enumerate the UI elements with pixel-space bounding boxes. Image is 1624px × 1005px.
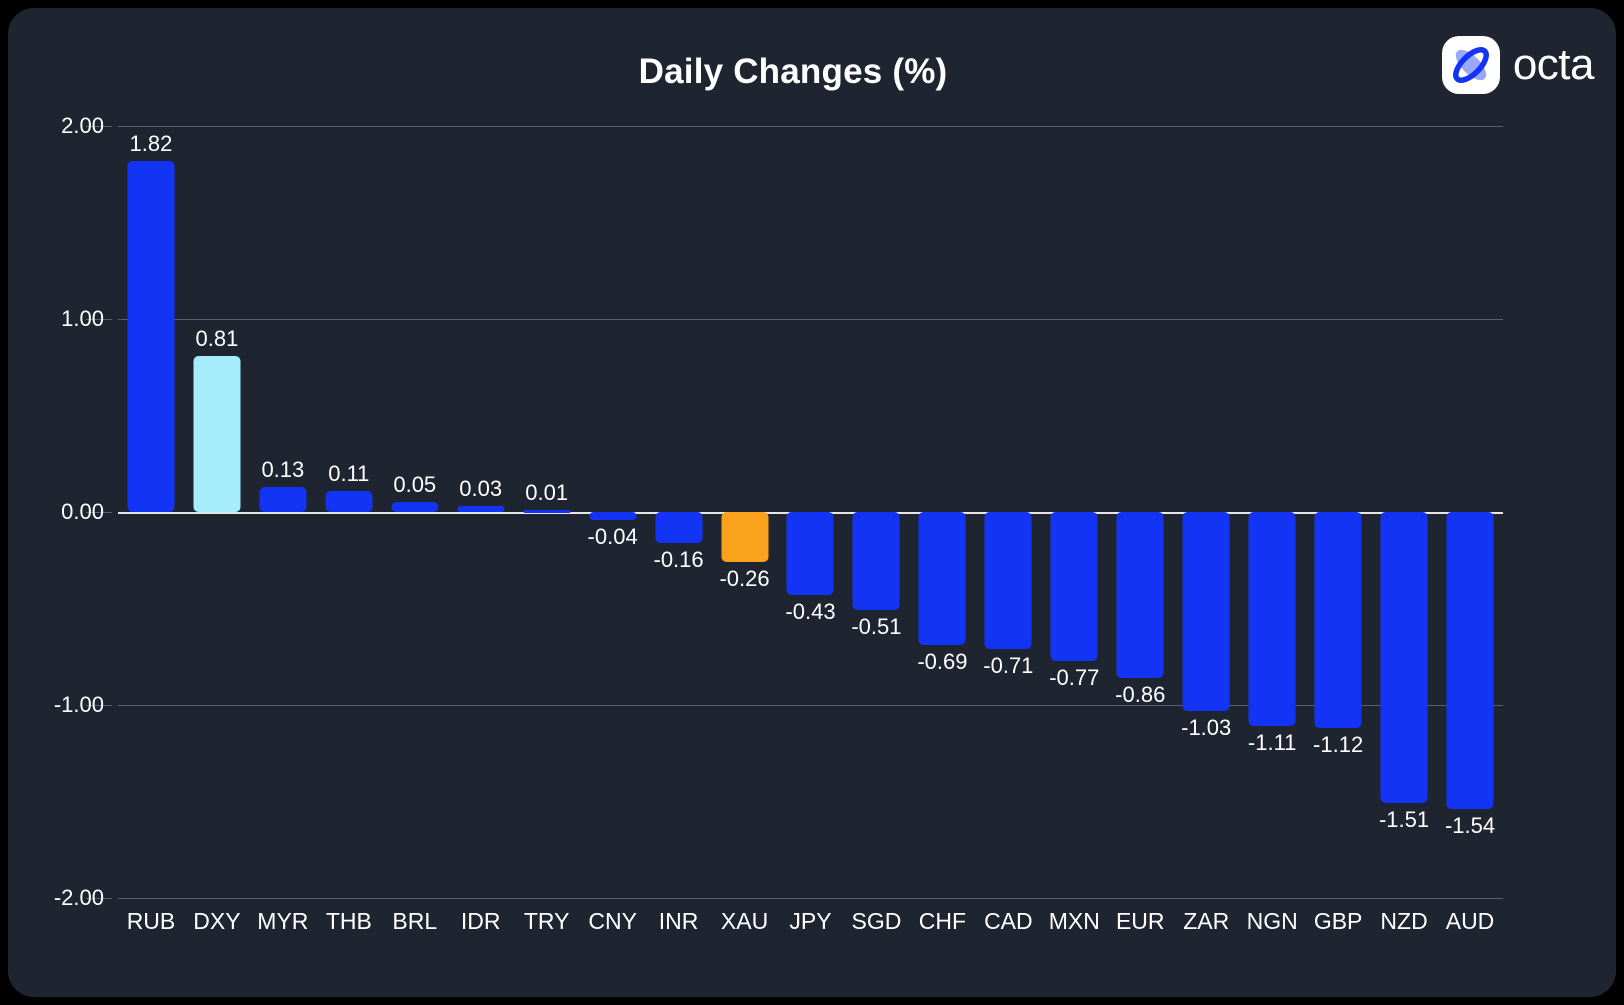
x-axis-tick-label: TRY	[523, 908, 570, 934]
x-axis-tick-label: AUD	[1445, 908, 1495, 934]
bar-group[interactable]: -0.71 CAD	[975, 126, 1041, 934]
bar[interactable]	[589, 512, 637, 520]
gridline	[118, 898, 1503, 899]
bar[interactable]	[655, 512, 703, 543]
brand-logo: octa	[1441, 36, 1595, 94]
x-axis-tick-label: XAU	[720, 908, 769, 934]
bar-group[interactable]: -1.54 AUD	[1437, 126, 1503, 934]
x-axis-tick-label: JPY	[789, 908, 832, 934]
bar-value-label: 0.05	[393, 472, 437, 498]
bar[interactable]	[1446, 512, 1494, 810]
bar-group[interactable]: -1.51 NZD	[1371, 126, 1437, 934]
bar[interactable]	[391, 502, 439, 512]
bar-group[interactable]: -1.03 ZAR	[1173, 126, 1239, 934]
x-axis-tick-label: THB	[325, 908, 372, 934]
bar[interactable]	[325, 490, 373, 512]
y-axis-tick-label: 1.00	[61, 306, 104, 331]
brand-name: octa	[1512, 40, 1595, 89]
bar-group[interactable]: -0.43 JPY	[778, 126, 844, 934]
x-axis-tick-label: RUB	[126, 908, 176, 934]
bar[interactable]	[1116, 512, 1164, 678]
bar-value-label: -1.51	[1378, 807, 1430, 833]
bar[interactable]	[1050, 512, 1098, 661]
bar-value-label: 0.11	[328, 460, 370, 486]
y-axis-tick-label: -2.00	[53, 885, 104, 910]
bar-value-label: -1.03	[1181, 714, 1232, 740]
x-axis-tick-label: GBP	[1313, 908, 1363, 934]
bar-value-label: 0.13	[261, 456, 305, 482]
x-axis-tick-label: CAD	[984, 908, 1033, 934]
bar-group[interactable]: -0.77 MXN	[1041, 126, 1107, 934]
x-axis-tick-label: NZD	[1380, 908, 1428, 934]
bar-value-label: -0.26	[719, 566, 770, 592]
bar[interactable]	[918, 512, 966, 646]
bar-group[interactable]: 0.05 BRL	[382, 126, 448, 934]
bar[interactable]	[1182, 512, 1230, 711]
y-axis-tick-label: 2.00	[61, 113, 104, 138]
x-axis-tick-label: DXY	[193, 908, 241, 934]
bar-group[interactable]: 0.03 IDR	[448, 126, 514, 934]
bar-group[interactable]: -0.86 EUR	[1107, 126, 1173, 934]
bar-value-label: -0.77	[1049, 664, 1100, 690]
bar[interactable]	[193, 355, 241, 512]
octa-x-logo-icon	[1441, 36, 1500, 94]
bar-value-label: -0.04	[587, 523, 638, 549]
bar-group[interactable]: -1.12 GBP	[1305, 126, 1371, 934]
bar-value-label: 0.81	[195, 325, 239, 351]
bar-group[interactable]: 0.01 TRY	[514, 126, 580, 934]
bar-group[interactable]: 1.82 RUB	[118, 126, 184, 934]
bar-group[interactable]: -1.11 NGN	[1239, 126, 1305, 934]
y-axis-tick-label: -1.00	[53, 692, 104, 717]
bar-value-label: -1.11	[1247, 730, 1297, 756]
bar-value-label: -1.54	[1444, 813, 1496, 839]
bar-value-label: -0.69	[917, 649, 968, 675]
x-axis-tick-label: BRL	[392, 908, 438, 934]
x-axis-tick-label: SGD	[851, 908, 902, 934]
bar-group[interactable]: -0.04 CNY	[580, 126, 646, 934]
bar[interactable]	[1248, 512, 1296, 727]
bar-value-label: -0.16	[653, 546, 704, 572]
x-axis-tick-label: EUR	[1115, 908, 1165, 934]
x-axis-tick-label: MYR	[257, 908, 309, 934]
bar[interactable]	[984, 512, 1032, 650]
x-axis-tick-label: CHF	[918, 908, 967, 934]
bar-value-label: -0.51	[851, 614, 902, 640]
bar[interactable]	[721, 512, 769, 563]
chart-plot-area: 2.00 1.00 0.00 -1.00 -2.00 1.82 RUB 0.81 DXY 0.13…	[54, 113, 1503, 934]
bar[interactable]	[852, 512, 900, 611]
bar-value-label: 1.82	[129, 130, 173, 156]
x-axis-tick-label: IDR	[460, 908, 501, 934]
bar-value-label: 0.03	[459, 476, 503, 502]
bar-group[interactable]: 0.11 THB	[316, 126, 382, 934]
bar[interactable]	[259, 486, 307, 512]
y-axis-tick-label: 0.00	[61, 499, 104, 524]
bar-value-label: -0.86	[1115, 681, 1166, 707]
bar-group[interactable]: -0.51 SGD	[843, 126, 909, 934]
bar-group[interactable]: -0.26 XAU	[712, 126, 778, 934]
x-axis-tick-label: CNY	[588, 908, 637, 934]
bar-group[interactable]: 0.13 MYR	[250, 126, 316, 934]
bar-value-label: -0.43	[785, 598, 836, 624]
x-axis-tick-label: NGN	[1246, 908, 1298, 934]
bar-value-label: -0.71	[983, 653, 1034, 679]
bar-group[interactable]: -0.69 CHF	[909, 126, 975, 934]
x-axis-tick-label: MXN	[1048, 908, 1100, 934]
bar-value-label: 0.01	[525, 480, 569, 506]
bar-value-label: -1.12	[1313, 732, 1364, 758]
bar[interactable]	[1314, 512, 1362, 729]
x-axis-tick-label: INR	[658, 908, 699, 934]
bar[interactable]	[523, 510, 571, 514]
bar-group[interactable]: 0.81 DXY	[184, 126, 250, 934]
bar[interactable]	[457, 506, 505, 512]
page-title: Daily Changes (%)	[638, 52, 948, 91]
bar[interactable]	[1380, 512, 1428, 804]
bar[interactable]	[786, 512, 834, 595]
bar[interactable]	[127, 160, 175, 512]
x-axis-tick-label: ZAR	[1183, 908, 1230, 934]
chart-card: Daily Changes (%) octa 2.00 1.00 0.00 -1.00…	[8, 8, 1616, 997]
bar-group[interactable]: -0.16 INR	[646, 126, 712, 934]
